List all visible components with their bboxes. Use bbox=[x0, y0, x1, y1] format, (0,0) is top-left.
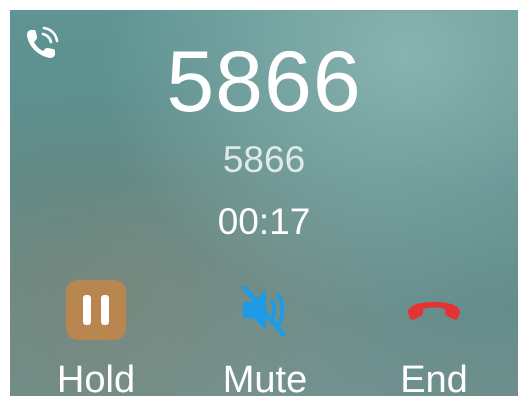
mute-label: Mute bbox=[222, 359, 308, 396]
hang-up-icon bbox=[408, 302, 460, 320]
pause-icon bbox=[66, 280, 126, 340]
call-duration: 00:17 bbox=[217, 201, 311, 242]
end-call-button[interactable]: End bbox=[354, 272, 514, 396]
call-screen: 5866 5866 00:17 Hold Mute End bbox=[10, 10, 518, 396]
hold-button[interactable]: Hold bbox=[16, 272, 176, 396]
end-label: End bbox=[400, 359, 468, 396]
hold-label: Hold bbox=[56, 359, 136, 396]
caller-number: 5866 bbox=[166, 34, 362, 130]
caller-id: 5866 bbox=[222, 139, 306, 180]
mute-button[interactable]: Mute bbox=[185, 272, 345, 396]
speaker-muted-icon bbox=[242, 285, 286, 337]
